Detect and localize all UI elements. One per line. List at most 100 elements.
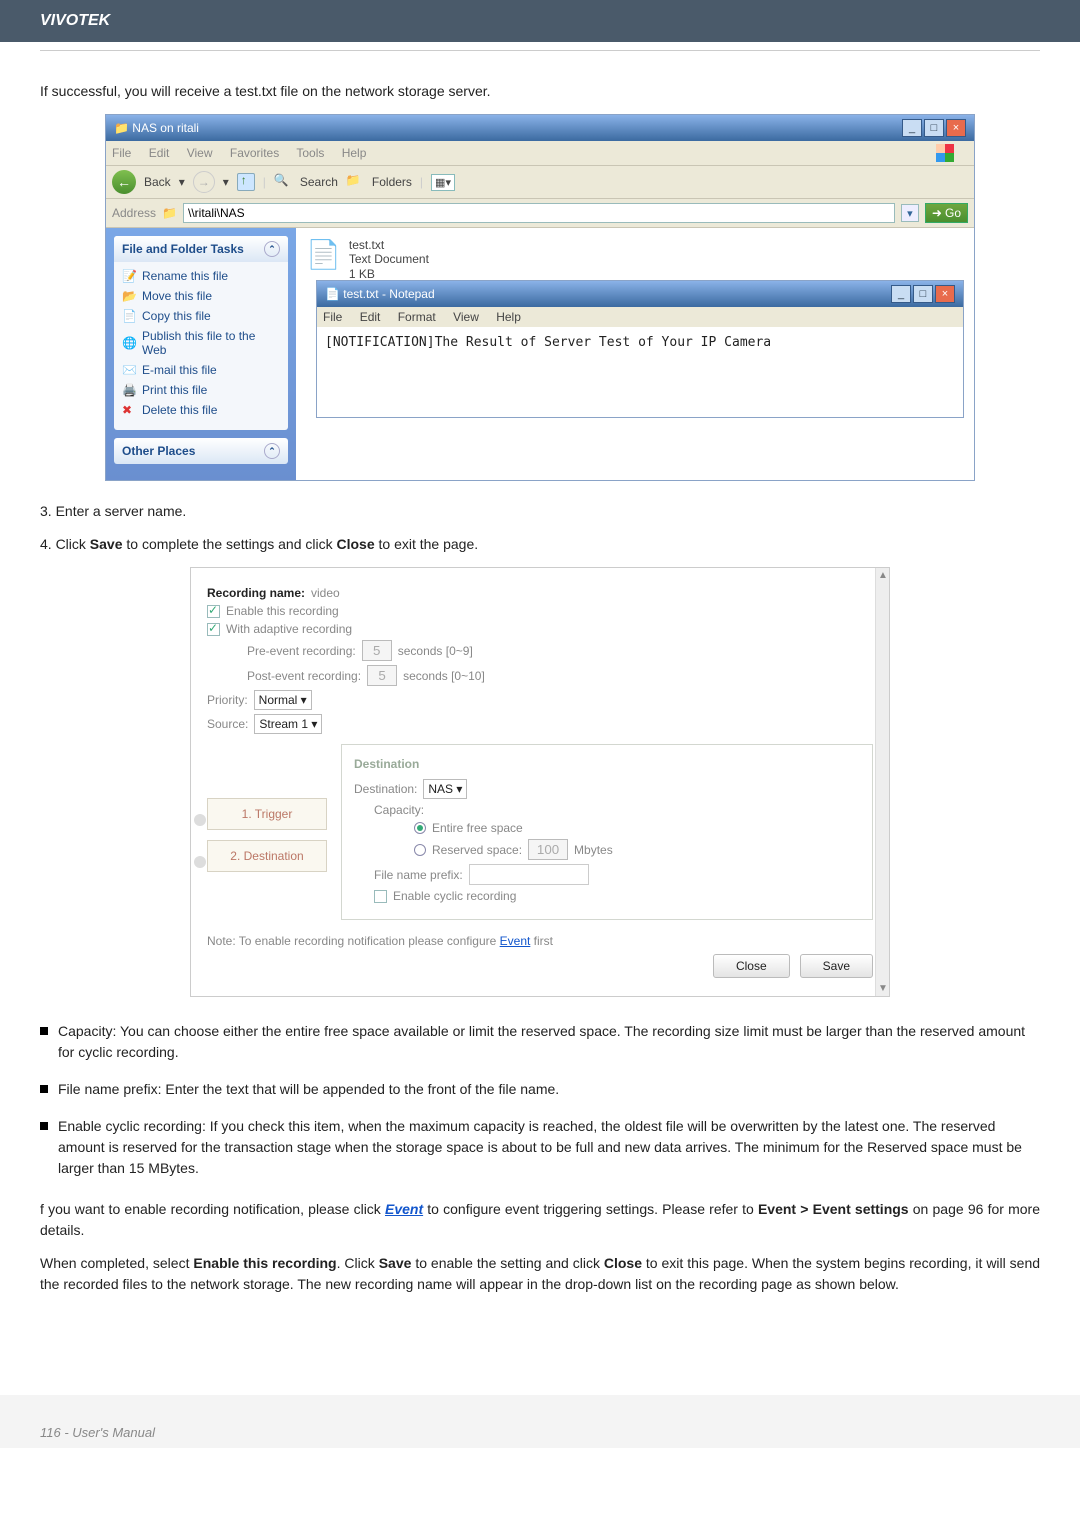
entire-space-radio[interactable]	[414, 822, 426, 834]
menu-view[interactable]: View	[187, 146, 213, 160]
task-email[interactable]: ✉️E-mail this file	[122, 360, 280, 380]
post-event-hint: seconds [0~10]	[403, 669, 485, 683]
move-icon: 📂	[122, 289, 136, 303]
priority-select[interactable]: Normal ▾	[254, 690, 312, 710]
notepad-title: 📄 test.txt - Notepad	[325, 287, 435, 301]
event-link[interactable]: Event	[500, 934, 531, 948]
recording-settings-panel: Recording name: video Enable this record…	[190, 567, 890, 997]
other-places-header[interactable]: Other Places ⌃	[114, 438, 288, 464]
task-delete[interactable]: ✖Delete this file	[122, 400, 280, 420]
close-button[interactable]: ×	[946, 119, 966, 137]
recording-name-label: Recording name:	[207, 586, 305, 600]
pre-event-label: Pre-event recording:	[247, 644, 356, 658]
file-type: Text Document	[349, 252, 429, 266]
wizard-steps: 1. Trigger 2. Destination	[207, 788, 327, 920]
print-icon: 🖨️	[122, 383, 136, 397]
collapse-icon[interactable]: ⌃	[264, 443, 280, 459]
search-label[interactable]: Search	[300, 175, 338, 189]
menu-favorites[interactable]: Favorites	[230, 146, 279, 160]
event-link-body[interactable]: Event	[385, 1201, 423, 1217]
source-label: Source:	[207, 717, 248, 731]
explorer-side-panel: File and Folder Tasks ⌃ 📝Rename this fil…	[106, 228, 296, 480]
destination-panel: Destination Destination: NAS ▾ Capacity:…	[341, 744, 873, 920]
recording-name-value: video	[311, 586, 340, 600]
notepad-window: 📄 test.txt - Notepad _ □ × File Edit For…	[316, 280, 964, 418]
enable-recording-checkbox[interactable]	[207, 605, 220, 618]
cyclic-recording-label: Enable cyclic recording	[393, 889, 516, 903]
copy-icon: 📄	[122, 309, 136, 323]
explorer-menubar: File Edit View Favorites Tools Help	[106, 141, 974, 166]
menu-tools[interactable]: Tools	[296, 146, 324, 160]
file-prefix-label: File name prefix:	[374, 868, 463, 882]
step-trigger[interactable]: 1. Trigger	[207, 798, 327, 830]
post-event-input[interactable]	[367, 665, 397, 686]
destination-title: Destination	[354, 757, 860, 771]
np-menu-help[interactable]: Help	[496, 310, 521, 324]
page-header: VIVOTEK	[0, 0, 1080, 42]
maximize-button[interactable]: □	[924, 119, 944, 137]
go-button[interactable]: ➜ Go	[925, 203, 968, 223]
collapse-icon[interactable]: ⌃	[264, 241, 280, 257]
up-folder-icon[interactable]	[237, 173, 255, 191]
destination-label: Destination:	[354, 782, 417, 796]
menu-file[interactable]: File	[112, 146, 131, 160]
close-button[interactable]: Close	[713, 954, 790, 978]
file-test-txt[interactable]: 📄 test.txt Text Document 1 KB	[306, 238, 964, 281]
views-icon[interactable]: ▦▾	[431, 174, 455, 191]
search-icon[interactable]	[274, 173, 292, 191]
notepad-close-button[interactable]: ×	[935, 285, 955, 303]
step-4: 4. Click Save to complete the settings a…	[40, 534, 1040, 555]
task-copy[interactable]: 📄Copy this file	[122, 306, 280, 326]
scrollbar[interactable]	[875, 568, 889, 996]
np-menu-file[interactable]: File	[323, 310, 342, 324]
adaptive-recording-checkbox[interactable]	[207, 623, 220, 636]
folders-icon[interactable]	[346, 173, 364, 191]
address-dropdown-icon[interactable]: ▾	[901, 204, 919, 222]
explorer-title-text: 📁 NAS on ritali	[114, 121, 199, 135]
forward-button-icon[interactable]: →	[193, 171, 215, 193]
tasks-list: 📝Rename this file 📂Move this file 📄Copy …	[114, 262, 288, 430]
task-publish[interactable]: 🌐Publish this file to the Web	[122, 326, 280, 360]
menu-help[interactable]: Help	[342, 146, 367, 160]
np-menu-format[interactable]: Format	[398, 310, 436, 324]
notepad-minimize-button[interactable]: _	[891, 285, 911, 303]
folders-label[interactable]: Folders	[372, 175, 412, 189]
explorer-window: 📁 NAS on ritali _ □ × File Edit View Fav…	[105, 114, 975, 481]
file-prefix-input[interactable]	[469, 864, 589, 885]
file-size: 1 KB	[349, 267, 375, 281]
bullet-file-prefix: File name prefix: Enter the text that wi…	[40, 1079, 1040, 1100]
back-button-icon[interactable]: ←	[112, 170, 136, 194]
np-menu-edit[interactable]: Edit	[360, 310, 381, 324]
capacity-label: Capacity:	[374, 803, 424, 817]
pre-event-input[interactable]	[362, 640, 392, 661]
adaptive-recording-label: With adaptive recording	[226, 622, 352, 636]
reserved-space-radio[interactable]	[414, 844, 426, 856]
destination-select[interactable]: NAS ▾	[423, 779, 467, 799]
menu-edit[interactable]: Edit	[149, 146, 170, 160]
reserved-space-input[interactable]	[528, 839, 568, 860]
notepad-maximize-button[interactable]: □	[913, 285, 933, 303]
recording-note: Note: To enable recording notification p…	[207, 934, 873, 948]
np-menu-view[interactable]: View	[453, 310, 479, 324]
enable-recording-label: Enable this recording	[226, 604, 339, 618]
notepad-menubar: File Edit Format View Help	[317, 307, 963, 327]
back-label[interactable]: Back	[144, 175, 171, 189]
task-move[interactable]: 📂Move this file	[122, 286, 280, 306]
explorer-toolbar: ← Back ▾ → ▾ | Search Folders | ▦▾	[106, 166, 974, 199]
step-destination[interactable]: 2. Destination	[207, 840, 327, 872]
pre-event-hint: seconds [0~9]	[398, 644, 473, 658]
rename-icon: 📝	[122, 269, 136, 283]
delete-icon: ✖	[122, 403, 136, 417]
file-folder-tasks-header[interactable]: File and Folder Tasks ⌃	[114, 236, 288, 262]
email-icon: ✉️	[122, 363, 136, 377]
cyclic-recording-checkbox[interactable]	[374, 890, 387, 903]
task-print[interactable]: 🖨️Print this file	[122, 380, 280, 400]
task-rename[interactable]: 📝Rename this file	[122, 266, 280, 286]
bullet-cyclic: Enable cyclic recording: If you check th…	[40, 1116, 1040, 1179]
notepad-content[interactable]: [NOTIFICATION]The Result of Server Test …	[317, 327, 963, 417]
save-button[interactable]: Save	[800, 954, 873, 978]
minimize-button[interactable]: _	[902, 119, 922, 137]
source-select[interactable]: Stream 1 ▾	[254, 714, 322, 734]
reserved-space-label: Reserved space:	[432, 843, 522, 857]
address-input[interactable]	[183, 203, 895, 223]
